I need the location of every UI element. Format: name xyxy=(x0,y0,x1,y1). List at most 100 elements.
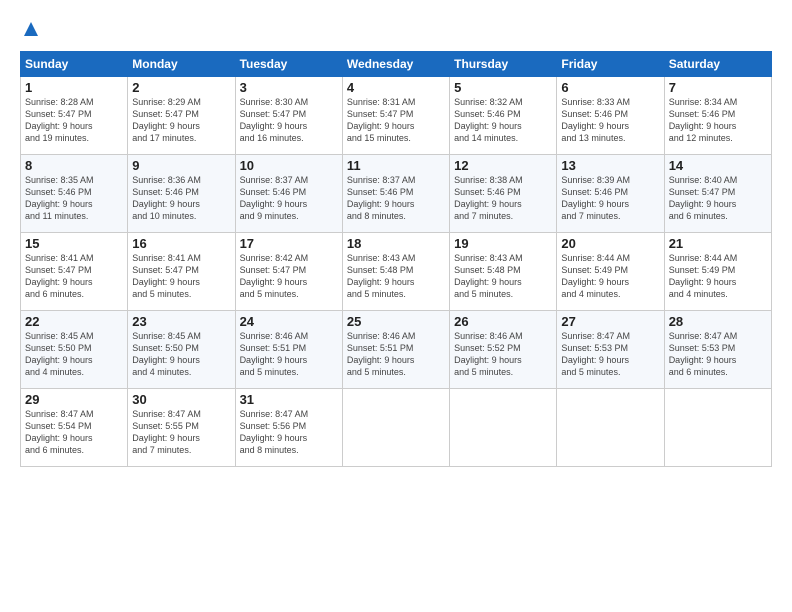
day-info: Sunrise: 8:37 AM Sunset: 5:46 PM Dayligh… xyxy=(347,174,445,223)
day-number: 18 xyxy=(347,236,445,251)
day-cell: 7Sunrise: 8:34 AM Sunset: 5:46 PM Daylig… xyxy=(664,77,771,155)
day-info: Sunrise: 8:28 AM Sunset: 5:47 PM Dayligh… xyxy=(25,96,123,145)
day-cell: 31Sunrise: 8:47 AM Sunset: 5:56 PM Dayli… xyxy=(235,389,342,467)
day-number: 11 xyxy=(347,158,445,173)
day-info: Sunrise: 8:32 AM Sunset: 5:46 PM Dayligh… xyxy=(454,96,552,145)
day-info: Sunrise: 8:35 AM Sunset: 5:46 PM Dayligh… xyxy=(25,174,123,223)
day-cell: 10Sunrise: 8:37 AM Sunset: 5:46 PM Dayli… xyxy=(235,155,342,233)
day-number: 19 xyxy=(454,236,552,251)
col-header-thursday: Thursday xyxy=(450,52,557,77)
day-cell xyxy=(664,389,771,467)
day-cell: 30Sunrise: 8:47 AM Sunset: 5:55 PM Dayli… xyxy=(128,389,235,467)
day-cell: 5Sunrise: 8:32 AM Sunset: 5:46 PM Daylig… xyxy=(450,77,557,155)
day-info: Sunrise: 8:42 AM Sunset: 5:47 PM Dayligh… xyxy=(240,252,338,301)
day-info: Sunrise: 8:45 AM Sunset: 5:50 PM Dayligh… xyxy=(25,330,123,379)
day-info: Sunrise: 8:31 AM Sunset: 5:47 PM Dayligh… xyxy=(347,96,445,145)
day-cell: 22Sunrise: 8:45 AM Sunset: 5:50 PM Dayli… xyxy=(21,311,128,389)
day-number: 21 xyxy=(669,236,767,251)
day-info: Sunrise: 8:30 AM Sunset: 5:47 PM Dayligh… xyxy=(240,96,338,145)
day-cell: 21Sunrise: 8:44 AM Sunset: 5:49 PM Dayli… xyxy=(664,233,771,311)
logo-icon xyxy=(22,20,40,38)
col-header-friday: Friday xyxy=(557,52,664,77)
day-number: 6 xyxy=(561,80,659,95)
col-header-tuesday: Tuesday xyxy=(235,52,342,77)
day-info: Sunrise: 8:41 AM Sunset: 5:47 PM Dayligh… xyxy=(25,252,123,301)
week-row-3: 15Sunrise: 8:41 AM Sunset: 5:47 PM Dayli… xyxy=(21,233,772,311)
day-number: 1 xyxy=(25,80,123,95)
day-cell xyxy=(557,389,664,467)
day-info: Sunrise: 8:34 AM Sunset: 5:46 PM Dayligh… xyxy=(669,96,767,145)
col-header-wednesday: Wednesday xyxy=(342,52,449,77)
week-row-2: 8Sunrise: 8:35 AM Sunset: 5:46 PM Daylig… xyxy=(21,155,772,233)
day-info: Sunrise: 8:47 AM Sunset: 5:53 PM Dayligh… xyxy=(669,330,767,379)
day-cell: 17Sunrise: 8:42 AM Sunset: 5:47 PM Dayli… xyxy=(235,233,342,311)
day-cell: 26Sunrise: 8:46 AM Sunset: 5:52 PM Dayli… xyxy=(450,311,557,389)
day-cell: 2Sunrise: 8:29 AM Sunset: 5:47 PM Daylig… xyxy=(128,77,235,155)
day-cell: 18Sunrise: 8:43 AM Sunset: 5:48 PM Dayli… xyxy=(342,233,449,311)
col-header-monday: Monday xyxy=(128,52,235,77)
day-cell: 13Sunrise: 8:39 AM Sunset: 5:46 PM Dayli… xyxy=(557,155,664,233)
day-info: Sunrise: 8:29 AM Sunset: 5:47 PM Dayligh… xyxy=(132,96,230,145)
day-number: 24 xyxy=(240,314,338,329)
day-info: Sunrise: 8:47 AM Sunset: 5:55 PM Dayligh… xyxy=(132,408,230,457)
day-info: Sunrise: 8:37 AM Sunset: 5:46 PM Dayligh… xyxy=(240,174,338,223)
day-info: Sunrise: 8:43 AM Sunset: 5:48 PM Dayligh… xyxy=(347,252,445,301)
week-row-1: 1Sunrise: 8:28 AM Sunset: 5:47 PM Daylig… xyxy=(21,77,772,155)
day-number: 5 xyxy=(454,80,552,95)
day-info: Sunrise: 8:44 AM Sunset: 5:49 PM Dayligh… xyxy=(669,252,767,301)
col-header-sunday: Sunday xyxy=(21,52,128,77)
day-cell: 8Sunrise: 8:35 AM Sunset: 5:46 PM Daylig… xyxy=(21,155,128,233)
day-info: Sunrise: 8:39 AM Sunset: 5:46 PM Dayligh… xyxy=(561,174,659,223)
day-cell: 23Sunrise: 8:45 AM Sunset: 5:50 PM Dayli… xyxy=(128,311,235,389)
day-number: 23 xyxy=(132,314,230,329)
day-cell: 4Sunrise: 8:31 AM Sunset: 5:47 PM Daylig… xyxy=(342,77,449,155)
day-number: 10 xyxy=(240,158,338,173)
day-cell: 12Sunrise: 8:38 AM Sunset: 5:46 PM Dayli… xyxy=(450,155,557,233)
week-row-4: 22Sunrise: 8:45 AM Sunset: 5:50 PM Dayli… xyxy=(21,311,772,389)
day-info: Sunrise: 8:46 AM Sunset: 5:51 PM Dayligh… xyxy=(347,330,445,379)
day-cell xyxy=(450,389,557,467)
day-info: Sunrise: 8:46 AM Sunset: 5:52 PM Dayligh… xyxy=(454,330,552,379)
day-number: 7 xyxy=(669,80,767,95)
day-number: 2 xyxy=(132,80,230,95)
day-cell: 20Sunrise: 8:44 AM Sunset: 5:49 PM Dayli… xyxy=(557,233,664,311)
calendar-header-row: SundayMondayTuesdayWednesdayThursdayFrid… xyxy=(21,52,772,77)
day-cell: 3Sunrise: 8:30 AM Sunset: 5:47 PM Daylig… xyxy=(235,77,342,155)
day-info: Sunrise: 8:47 AM Sunset: 5:54 PM Dayligh… xyxy=(25,408,123,457)
day-info: Sunrise: 8:41 AM Sunset: 5:47 PM Dayligh… xyxy=(132,252,230,301)
day-cell: 14Sunrise: 8:40 AM Sunset: 5:47 PM Dayli… xyxy=(664,155,771,233)
day-info: Sunrise: 8:45 AM Sunset: 5:50 PM Dayligh… xyxy=(132,330,230,379)
day-cell: 24Sunrise: 8:46 AM Sunset: 5:51 PM Dayli… xyxy=(235,311,342,389)
week-row-5: 29Sunrise: 8:47 AM Sunset: 5:54 PM Dayli… xyxy=(21,389,772,467)
page: SundayMondayTuesdayWednesdayThursdayFrid… xyxy=(0,0,792,477)
col-header-saturday: Saturday xyxy=(664,52,771,77)
day-info: Sunrise: 8:46 AM Sunset: 5:51 PM Dayligh… xyxy=(240,330,338,379)
day-cell: 19Sunrise: 8:43 AM Sunset: 5:48 PM Dayli… xyxy=(450,233,557,311)
day-cell: 15Sunrise: 8:41 AM Sunset: 5:47 PM Dayli… xyxy=(21,233,128,311)
day-number: 20 xyxy=(561,236,659,251)
day-number: 8 xyxy=(25,158,123,173)
day-info: Sunrise: 8:47 AM Sunset: 5:56 PM Dayligh… xyxy=(240,408,338,457)
day-number: 26 xyxy=(454,314,552,329)
day-cell: 11Sunrise: 8:37 AM Sunset: 5:46 PM Dayli… xyxy=(342,155,449,233)
day-info: Sunrise: 8:38 AM Sunset: 5:46 PM Dayligh… xyxy=(454,174,552,223)
day-info: Sunrise: 8:47 AM Sunset: 5:53 PM Dayligh… xyxy=(561,330,659,379)
day-number: 30 xyxy=(132,392,230,407)
day-cell: 28Sunrise: 8:47 AM Sunset: 5:53 PM Dayli… xyxy=(664,311,771,389)
day-number: 17 xyxy=(240,236,338,251)
day-number: 9 xyxy=(132,158,230,173)
day-cell: 25Sunrise: 8:46 AM Sunset: 5:51 PM Dayli… xyxy=(342,311,449,389)
day-number: 29 xyxy=(25,392,123,407)
logo xyxy=(20,20,40,43)
day-number: 4 xyxy=(347,80,445,95)
day-info: Sunrise: 8:36 AM Sunset: 5:46 PM Dayligh… xyxy=(132,174,230,223)
day-info: Sunrise: 8:44 AM Sunset: 5:49 PM Dayligh… xyxy=(561,252,659,301)
day-number: 28 xyxy=(669,314,767,329)
day-number: 27 xyxy=(561,314,659,329)
header xyxy=(20,16,772,43)
day-number: 31 xyxy=(240,392,338,407)
day-number: 25 xyxy=(347,314,445,329)
day-info: Sunrise: 8:33 AM Sunset: 5:46 PM Dayligh… xyxy=(561,96,659,145)
day-number: 12 xyxy=(454,158,552,173)
day-number: 16 xyxy=(132,236,230,251)
